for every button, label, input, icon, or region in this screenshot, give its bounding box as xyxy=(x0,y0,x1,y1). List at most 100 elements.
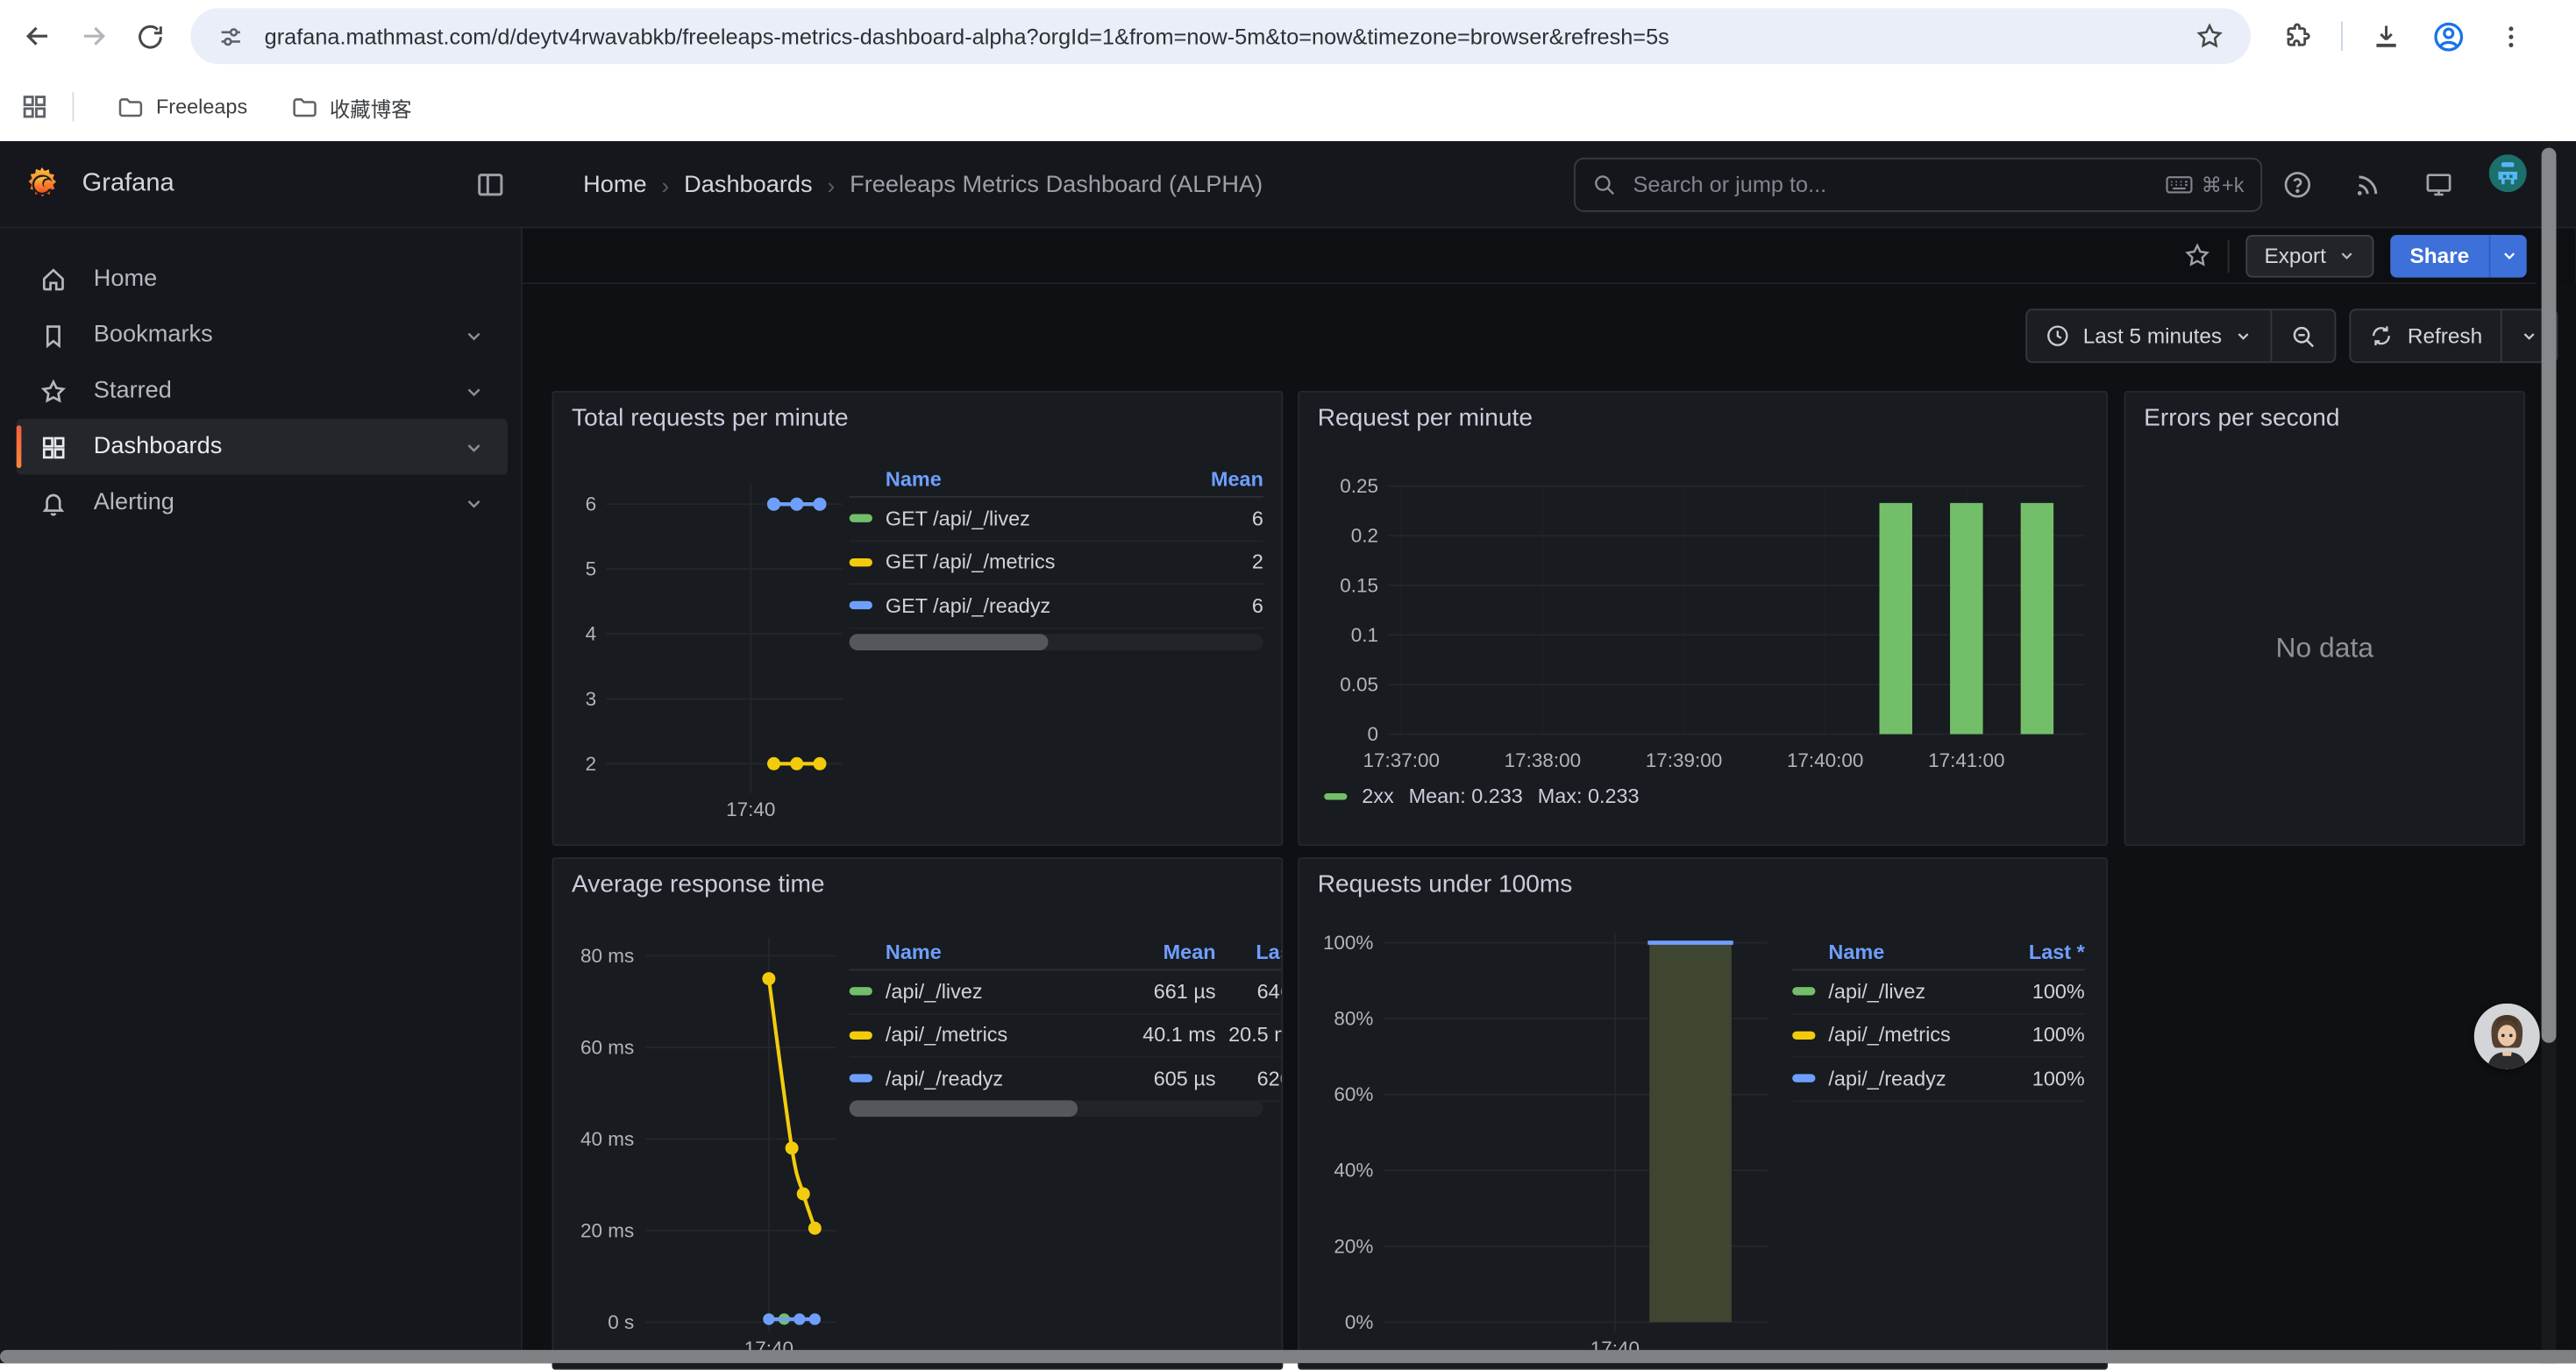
scrollbar-thumb[interactable] xyxy=(2542,148,2557,1043)
folder-icon xyxy=(117,93,145,121)
news-rss-icon[interactable] xyxy=(2352,169,2384,201)
bookmarks-bar: Freeleaps 收藏博客 xyxy=(0,72,2576,141)
monitor-icon[interactable] xyxy=(2423,169,2455,201)
sidebar-item-label: Dashboards xyxy=(94,434,464,460)
search-field[interactable] xyxy=(1630,171,2166,199)
zoom-out-icon xyxy=(2291,323,2317,349)
time-range-picker[interactable]: Last 5 minutes xyxy=(2027,310,2271,361)
legend-scrollbar[interactable] xyxy=(850,1100,1263,1117)
bookmark-star-icon[interactable] xyxy=(2195,21,2224,51)
share-menu-chevron[interactable] xyxy=(2489,234,2527,277)
sidebar-item-label: Home xyxy=(94,266,508,293)
svg-text:6: 6 xyxy=(586,493,597,515)
legend-header[interactable]: Name Last * xyxy=(1792,934,2085,970)
legend-row[interactable]: /api/_/metrics 100% xyxy=(1792,1014,2085,1058)
chevron-down-icon[interactable] xyxy=(463,324,484,345)
export-button[interactable]: Export xyxy=(2246,234,2373,277)
bookmark-folder-freeleaps[interactable]: Freeleaps xyxy=(117,93,247,121)
refresh-group: Refresh xyxy=(2350,309,2558,363)
forward-icon[interactable] xyxy=(66,8,122,64)
chevron-down-icon[interactable] xyxy=(463,380,484,401)
legend[interactable]: 2xx Mean: 0.233 Max: 0.233 xyxy=(1324,785,1639,808)
favorite-star-icon[interactable] xyxy=(2184,241,2212,269)
breadcrumb-home[interactable]: Home xyxy=(583,172,646,198)
legend-row[interactable]: /api/_/livez 661 µs 646 xyxy=(850,970,1284,1014)
sidebar-item-label: Alerting xyxy=(94,489,464,515)
refresh-button[interactable]: Refresh xyxy=(2352,310,2501,361)
svg-text:17:37:00: 17:37:00 xyxy=(1363,749,1440,771)
legend-row[interactable]: GET /api/_/metrics 2 xyxy=(850,541,1263,585)
legend-row[interactable]: /api/_/readyz 605 µs 620 xyxy=(850,1058,1284,1102)
address-bar[interactable]: grafana.mathmast.com/d/deytv4rwavabkb/fr… xyxy=(190,8,2251,64)
chevron-down-icon[interactable] xyxy=(463,492,484,513)
star-icon xyxy=(39,377,68,405)
grafana-logo-icon[interactable] xyxy=(21,163,62,204)
series-color-swatch xyxy=(1792,1075,1815,1083)
floating-assistant-avatar[interactable] xyxy=(2474,1004,2540,1069)
panel-under-100ms: Requests under 100ms 100%80%60%40%20%0%1… xyxy=(1298,857,2108,1370)
legend-row[interactable]: /api/_/metrics 40.1 ms 20.5 m xyxy=(850,1014,1284,1058)
svg-text:2: 2 xyxy=(586,753,597,775)
browser-actions xyxy=(2267,19,2542,53)
profile-icon[interactable] xyxy=(2416,19,2480,53)
svg-text:0.1: 0.1 xyxy=(1351,624,1378,646)
horizontal-scrollbar[interactable] xyxy=(0,1350,2576,1363)
reload-icon[interactable] xyxy=(122,8,178,64)
legend-row[interactable]: GET /api/_/readyz 6 xyxy=(850,585,1263,628)
url-text[interactable]: grafana.mathmast.com/d/deytv4rwavabkb/fr… xyxy=(265,24,2195,48)
folder-icon xyxy=(290,93,318,121)
svg-text:17:40: 17:40 xyxy=(726,799,775,820)
zoom-out-button[interactable] xyxy=(2273,310,2335,361)
legend-row[interactable]: /api/_/readyz 100% xyxy=(1792,1058,2085,1102)
panel-request-per-minute: Request per minute 0.250.20.150.10.05017… xyxy=(1298,391,2108,846)
app-header: Grafana Home › Dashboards › Freeleaps Me… xyxy=(0,141,2576,228)
time-controls: Last 5 minutes Refresh xyxy=(2025,309,2558,363)
breadcrumb-dashboards[interactable]: Dashboards xyxy=(684,172,812,198)
svg-text:60%: 60% xyxy=(1334,1083,1373,1105)
no-data-message: No data xyxy=(2126,632,2523,664)
download-icon[interactable] xyxy=(2356,20,2416,52)
legend-header[interactable]: Name Mean Las xyxy=(850,934,1284,970)
bookmark-folder-blogs[interactable]: 收藏博客 xyxy=(290,91,412,123)
search-input[interactable]: ⌘+k xyxy=(1574,158,2262,212)
back-icon[interactable] xyxy=(10,8,66,64)
chevron-down-icon[interactable] xyxy=(463,436,484,457)
vertical-scrollbar[interactable] xyxy=(2542,141,2557,1363)
svg-text:17:38:00: 17:38:00 xyxy=(1505,749,1581,771)
bell-icon xyxy=(39,488,68,516)
svg-text:20%: 20% xyxy=(1334,1235,1373,1257)
site-settings-icon[interactable] xyxy=(217,22,245,50)
legend-header[interactable]: Name Mean xyxy=(850,462,1263,498)
series-color-swatch xyxy=(1792,1032,1815,1040)
sidebar-toggle-icon[interactable] xyxy=(474,169,506,201)
refresh-icon xyxy=(2370,323,2395,348)
legend-row[interactable]: GET /api/_/livez 6 xyxy=(850,498,1263,542)
extensions-icon[interactable] xyxy=(2267,20,2328,52)
breadcrumb-separator: › xyxy=(827,172,835,198)
svg-text:100%: 100% xyxy=(1323,932,1373,954)
help-icon[interactable] xyxy=(2282,169,2314,201)
breadcrumb-separator: › xyxy=(662,172,670,198)
svg-text:0: 0 xyxy=(1368,723,1378,745)
panel-title[interactable]: Errors per second xyxy=(2144,404,2339,432)
browser-menu-icon[interactable] xyxy=(2480,22,2541,50)
toolbar-divider xyxy=(2228,239,2230,272)
apps-grid-icon[interactable] xyxy=(19,92,49,122)
brand-name[interactable]: Grafana xyxy=(82,169,174,199)
sidebar-item-alerting[interactable]: Alerting xyxy=(0,474,508,530)
svg-text:80 ms: 80 ms xyxy=(580,945,634,967)
svg-text:4: 4 xyxy=(586,623,597,645)
legend-row[interactable]: /api/_/livez 100% xyxy=(1792,970,2085,1014)
legend-scrollbar[interactable] xyxy=(850,634,1263,650)
share-button[interactable]: Share xyxy=(2390,234,2527,277)
request-per-minute-chart[interactable]: 0.250.20.150.10.05017:37:0017:38:0017:39… xyxy=(1299,393,2108,846)
sidebar-item-dashboards[interactable]: Dashboards xyxy=(17,419,508,475)
series-name: 2xx xyxy=(1362,785,1393,808)
sidebar: Home Bookmarks Starred Dashboards Alerti… xyxy=(0,228,523,1363)
user-avatar[interactable] xyxy=(2489,154,2527,192)
brand: Grafana xyxy=(0,163,449,204)
sidebar-item-bookmarks[interactable]: Bookmarks xyxy=(0,307,508,363)
series-color-swatch xyxy=(850,1032,872,1040)
sidebar-item-home[interactable]: Home xyxy=(0,252,508,308)
sidebar-item-starred[interactable]: Starred xyxy=(0,363,508,419)
